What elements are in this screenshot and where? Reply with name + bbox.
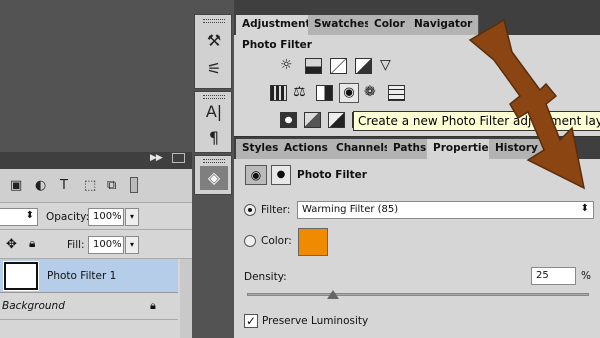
annotation-arrow [468,18,586,190]
arrow-shape [468,18,586,190]
